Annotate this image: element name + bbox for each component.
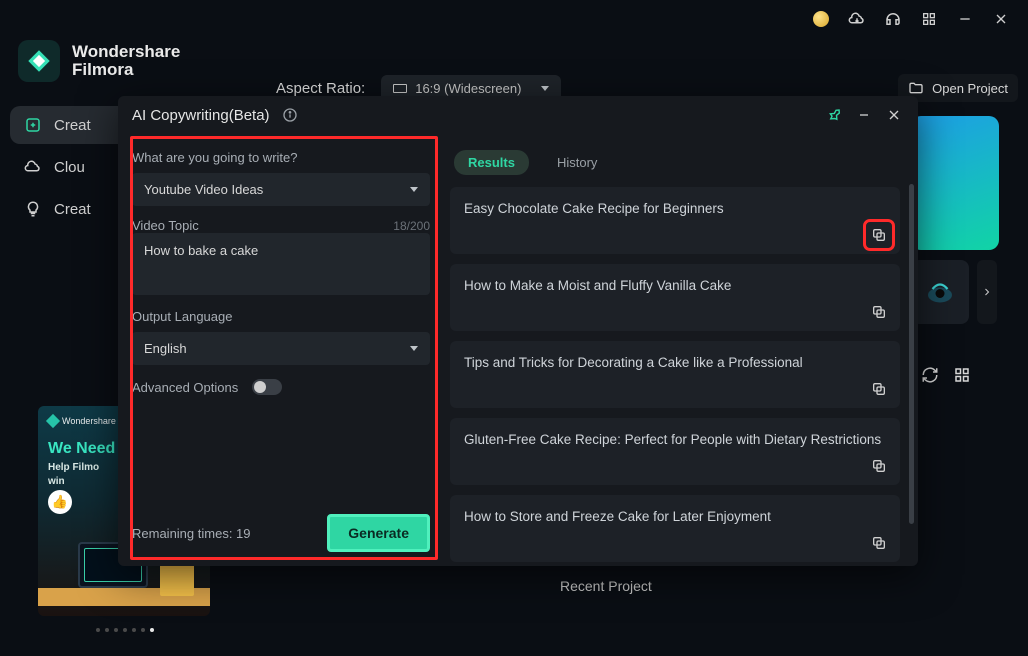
result-item[interactable]: Tips and Tricks for Decorating a Cake li… xyxy=(450,341,900,408)
advanced-options-label: Advanced Options xyxy=(132,380,238,395)
plus-square-icon xyxy=(24,116,42,134)
sidebar-item-label: Clou xyxy=(54,159,85,176)
recent-project-label: Recent Project xyxy=(560,578,652,594)
result-text: How to Store and Freeze Cake for Later E… xyxy=(464,509,771,524)
sidebar-item-label: Creat xyxy=(54,117,91,134)
modal-title: AI Copywriting(Beta) xyxy=(132,107,270,124)
output-language-select[interactable]: English xyxy=(132,332,430,365)
aspect-ratio-label: Aspect Ratio: xyxy=(276,80,365,97)
brand-text: Wondershare Filmora xyxy=(72,43,180,79)
promo-headline: We Need xyxy=(48,440,115,458)
results-tabs: Results History xyxy=(454,150,900,175)
results-pane: Results History Easy Chocolate Cake Reci… xyxy=(444,134,918,566)
aspect-ratio-value: 16:9 (Widescreen) xyxy=(415,81,521,96)
minimize-modal-icon[interactable] xyxy=(854,105,874,125)
result-item[interactable]: Gluten-Free Cake Recipe: Perfect for Peo… xyxy=(450,418,900,485)
modal-header: AI Copywriting(Beta) xyxy=(118,96,918,134)
grid-icon[interactable] xyxy=(920,10,938,28)
char-counter: 18/200 xyxy=(393,219,430,233)
copy-icon[interactable] xyxy=(868,378,890,400)
app-logo: Wondershare Filmora xyxy=(10,30,230,102)
chevron-down-icon xyxy=(410,187,418,192)
copy-icon[interactable] xyxy=(868,224,890,246)
generate-label: Generate xyxy=(348,525,409,541)
crown-icon[interactable] xyxy=(812,10,830,28)
result-text: How to Make a Moist and Fluffy Vanilla C… xyxy=(464,278,731,293)
titlebar xyxy=(812,0,1028,38)
minimize-icon[interactable] xyxy=(956,10,974,28)
advanced-options-row: Advanced Options xyxy=(132,379,430,395)
video-topic-label: Video Topic xyxy=(132,218,199,233)
input-pane: What are you going to write? Youtube Vid… xyxy=(118,134,444,566)
template-card[interactable] xyxy=(911,116,999,250)
advanced-options-toggle[interactable] xyxy=(252,379,282,395)
pin-icon[interactable] xyxy=(824,105,844,125)
carousel-next-button[interactable] xyxy=(977,260,997,324)
chevron-down-icon xyxy=(410,346,418,351)
cloud-icon xyxy=(24,158,42,176)
bulb-icon xyxy=(24,200,42,218)
cloud-download-icon[interactable] xyxy=(848,10,866,28)
promo-pagination[interactable] xyxy=(96,628,154,632)
video-topic-input[interactable]: How to bake a cake xyxy=(132,233,430,295)
right-column xyxy=(911,116,1006,384)
brand-line1: Wondershare xyxy=(72,43,180,61)
promo-sub: Help Filmo xyxy=(48,462,99,473)
ai-copywriting-modal: AI Copywriting(Beta) What are you going … xyxy=(118,96,918,566)
promo-win: win xyxy=(48,476,65,487)
close-icon[interactable] xyxy=(992,10,1010,28)
chevron-down-icon xyxy=(541,86,549,91)
info-icon[interactable] xyxy=(280,105,300,125)
result-text: Tips and Tricks for Decorating a Cake li… xyxy=(464,355,803,370)
results-scrollbar[interactable] xyxy=(909,184,914,554)
result-item[interactable]: Easy Chocolate Cake Recipe for Beginners xyxy=(450,187,900,254)
thumbnail-card[interactable] xyxy=(911,260,969,324)
tab-history[interactable]: History xyxy=(543,150,611,175)
headset-icon[interactable] xyxy=(884,10,902,28)
write-type-label: What are you going to write? xyxy=(132,150,430,165)
folder-icon xyxy=(908,80,924,96)
output-language-value: English xyxy=(144,341,187,356)
tab-results[interactable]: Results xyxy=(454,150,529,175)
open-project-label: Open Project xyxy=(932,81,1008,96)
remaining-times: Remaining times: 19 xyxy=(132,526,251,541)
write-type-select[interactable]: Youtube Video Ideas xyxy=(132,173,430,206)
copy-icon[interactable] xyxy=(868,455,890,477)
video-topic-value: How to bake a cake xyxy=(144,243,258,258)
generate-button[interactable]: Generate xyxy=(327,514,430,552)
sidebar-item-label: Creat xyxy=(54,201,91,218)
result-text: Gluten-Free Cake Recipe: Perfect for Peo… xyxy=(464,432,881,447)
result-item[interactable]: How to Store and Freeze Cake for Later E… xyxy=(450,495,900,562)
copy-icon[interactable] xyxy=(868,301,890,323)
result-text: Easy Chocolate Cake Recipe for Beginners xyxy=(464,201,724,216)
copy-icon[interactable] xyxy=(868,532,890,554)
ratio-icon xyxy=(393,84,407,93)
logo-icon xyxy=(18,40,60,82)
write-type-value: Youtube Video Ideas xyxy=(144,182,263,197)
brand-line2: Filmora xyxy=(72,61,180,79)
result-item[interactable]: How to Make a Moist and Fluffy Vanilla C… xyxy=(450,264,900,331)
output-language-label: Output Language xyxy=(132,309,430,324)
refresh-icon[interactable] xyxy=(921,366,939,384)
close-modal-icon[interactable] xyxy=(884,105,904,125)
grid-view-icon[interactable] xyxy=(953,366,971,384)
